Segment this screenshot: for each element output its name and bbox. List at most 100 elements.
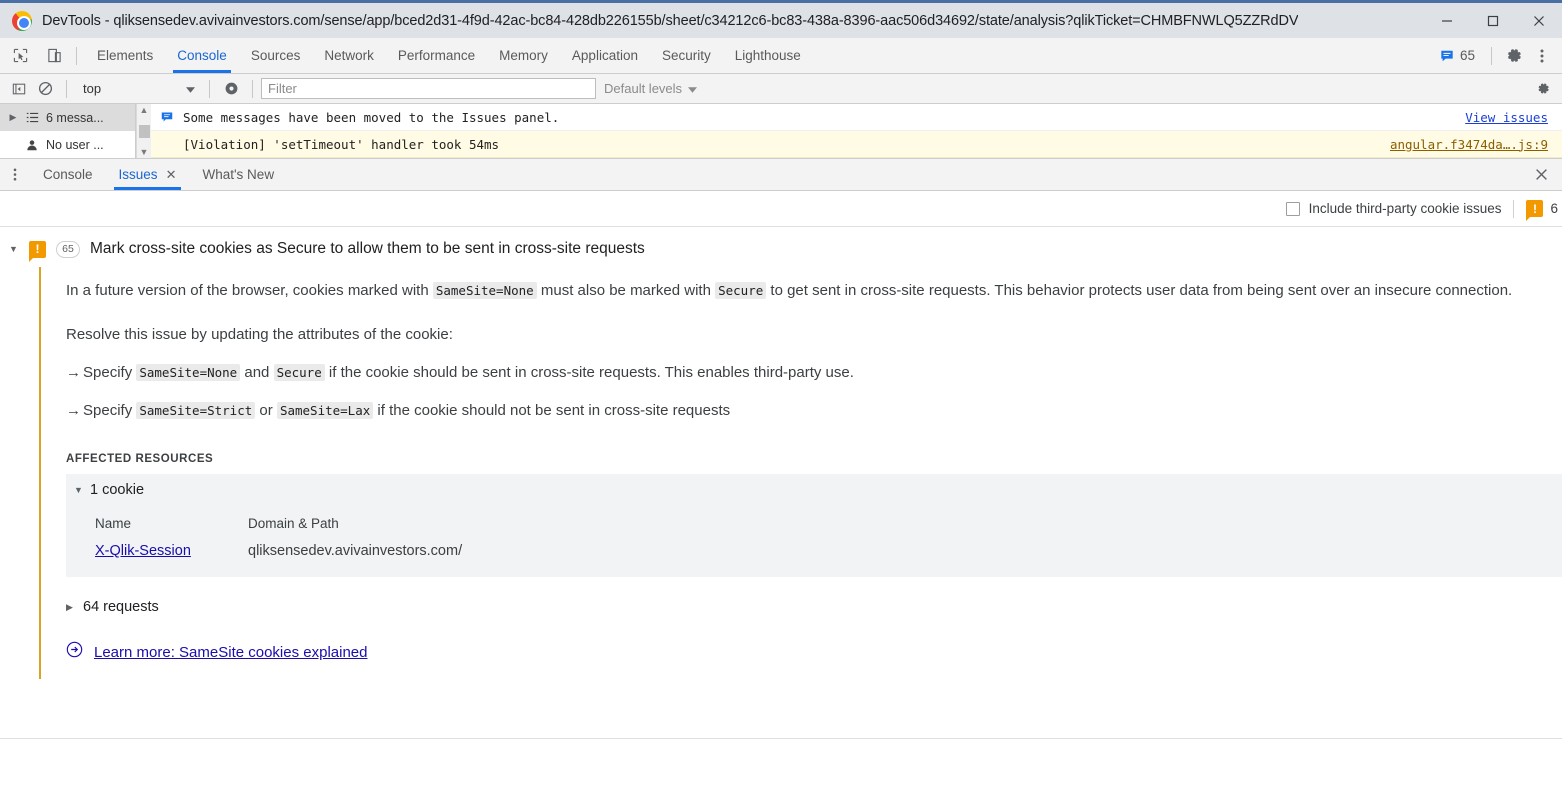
arrow-circle-right-icon bbox=[66, 641, 83, 663]
cookie-domain-path: qliksensedev.avivainvestors.com/ bbox=[248, 543, 463, 559]
drawer-tab-console[interactable]: Console bbox=[30, 159, 106, 190]
tab-lighthouse[interactable]: Lighthouse bbox=[723, 38, 813, 73]
console-sidebar-item-label: 6 messa... bbox=[46, 110, 104, 125]
more-vertical-icon[interactable] bbox=[1528, 42, 1556, 70]
view-issues-link[interactable]: View issues bbox=[1465, 110, 1548, 125]
code-secure: Secure bbox=[715, 282, 767, 299]
drawer-tab-label: Console bbox=[43, 167, 93, 182]
main-tabbar-right: 65 bbox=[1432, 38, 1562, 73]
scrollbar-thumb[interactable] bbox=[138, 124, 150, 138]
chevron-down-icon[interactable]: ▼ bbox=[74, 485, 83, 495]
window-title-bar: DevTools - qliksensedev.avivainvestors.c… bbox=[0, 0, 1562, 38]
scroll-down-arrow[interactable]: ▼ bbox=[140, 147, 149, 157]
warning-count-value: 6 bbox=[1550, 201, 1558, 216]
more-vertical-icon[interactable] bbox=[0, 159, 30, 190]
console-message-text: Some messages have been moved to the Iss… bbox=[183, 109, 560, 125]
requests-toggle-label: 64 requests bbox=[83, 599, 159, 615]
gear-icon[interactable] bbox=[1500, 42, 1528, 70]
checkbox-box[interactable] bbox=[1285, 201, 1300, 216]
tab-label: Security bbox=[661, 48, 711, 63]
tab-label: Console bbox=[177, 48, 227, 63]
cookies-toggle[interactable]: ▼ 1 cookie bbox=[74, 482, 1562, 498]
console-sidebar-item-user-messages[interactable]: No user ... bbox=[0, 131, 135, 158]
close-icon[interactable]: ✕ bbox=[166, 167, 177, 183]
table-header-row: Name Domain & Path bbox=[95, 509, 1562, 537]
console-sidebar: ▶ 6 messa... No user ... bbox=[0, 104, 136, 158]
console-sidebar-item-messages[interactable]: ▶ 6 messa... bbox=[0, 104, 135, 131]
toolbar-divider bbox=[76, 46, 77, 65]
description-part-2: must also be marked with bbox=[536, 282, 716, 299]
toolbar-divider bbox=[1491, 46, 1492, 65]
cookies-table: Name Domain & Path X-Qlik-Session qlikse… bbox=[95, 509, 1562, 565]
chevron-right-icon[interactable]: ▶ bbox=[8, 112, 18, 123]
panel-bottom-divider bbox=[0, 738, 1562, 739]
chevron-right-icon[interactable]: ▶ bbox=[66, 602, 75, 613]
close-drawer-icon[interactable] bbox=[1527, 159, 1556, 190]
issue-description: In a future version of the browser, cook… bbox=[66, 277, 1562, 304]
cookies-toggle-label: 1 cookie bbox=[90, 482, 145, 498]
cookie-name-value[interactable]: X-Qlik-Session bbox=[95, 543, 191, 559]
tab-label: Sources bbox=[250, 48, 301, 63]
message-bubble-icon bbox=[1441, 50, 1453, 61]
clear-console-icon[interactable] bbox=[32, 77, 58, 101]
learn-more-link[interactable]: Learn more: SameSite cookies explained bbox=[94, 644, 368, 661]
tab-memory[interactable]: Memory bbox=[487, 38, 560, 73]
minimize-button[interactable] bbox=[1424, 3, 1470, 38]
tab-label: Performance bbox=[397, 48, 476, 63]
tab-performance[interactable]: Performance bbox=[386, 38, 487, 73]
bullet-part-1: Specify bbox=[83, 402, 137, 419]
issue-bullet: → Specify SameSite=None and Secure if the… bbox=[66, 364, 1562, 381]
source-location-link[interactable]: angular.f3474da….js:9 bbox=[1390, 137, 1548, 152]
description-part-3: to get sent in cross-site requests. This… bbox=[766, 282, 1513, 299]
include-third-party-cookie-issues-checkbox[interactable]: Include third-party cookie issues bbox=[1285, 201, 1501, 216]
log-levels-select[interactable]: Default levels bbox=[596, 78, 705, 100]
issue-resolve-intro: Resolve this issue by updating the attri… bbox=[66, 326, 453, 343]
tab-application[interactable]: Application bbox=[560, 38, 650, 73]
bullet-part-2: and bbox=[240, 364, 274, 381]
chrome-logo-icon bbox=[12, 10, 32, 31]
requests-toggle[interactable]: ▶ 64 requests bbox=[66, 599, 1562, 615]
console-sidebar-scrollbar[interactable]: ▲ ▼ bbox=[136, 104, 151, 158]
cookie-name-link[interactable]: X-Qlik-Session bbox=[95, 542, 248, 560]
scroll-up-arrow[interactable]: ▲ bbox=[140, 105, 149, 115]
tab-sources[interactable]: Sources bbox=[239, 38, 313, 73]
console-settings-icon[interactable] bbox=[1530, 77, 1556, 101]
filter-input[interactable] bbox=[261, 78, 596, 99]
issue-count-badge: 65 bbox=[56, 240, 80, 258]
affected-resources-label: AFFECTED RESOURCES bbox=[66, 453, 214, 465]
execution-context-select[interactable]: top bbox=[75, 78, 201, 100]
inspect-element-icon[interactable] bbox=[6, 43, 34, 69]
chevron-down-icon bbox=[688, 81, 698, 96]
maximize-button[interactable] bbox=[1470, 3, 1516, 38]
console-toolbar-right bbox=[1530, 77, 1556, 101]
drawer-tab-issues[interactable]: Issues ✕ bbox=[106, 159, 190, 190]
divider bbox=[1513, 199, 1515, 218]
issue-header[interactable]: ▼ ! 65 Mark cross-site cookies as Secure… bbox=[0, 231, 1562, 267]
console-panel: ▶ 6 messa... No user ... ▲ ▼ Some messag… bbox=[0, 104, 1562, 158]
tab-elements[interactable]: Elements bbox=[85, 38, 165, 73]
drawer-tab-whats-new[interactable]: What's New bbox=[189, 159, 287, 190]
list-icon bbox=[24, 111, 40, 124]
tab-console[interactable]: Console bbox=[165, 38, 239, 73]
warning-icon: ! bbox=[1526, 200, 1544, 221]
tab-network[interactable]: Network bbox=[312, 38, 386, 73]
tab-security[interactable]: Security bbox=[650, 38, 723, 73]
device-toolbar-icon[interactable] bbox=[40, 43, 68, 69]
info-message-icon bbox=[161, 111, 175, 123]
chevron-down-icon[interactable]: ▼ bbox=[8, 244, 19, 254]
tab-label: Network bbox=[324, 48, 374, 63]
bullet-part-1: Specify bbox=[83, 364, 137, 381]
learn-more-row[interactable]: Learn more: SameSite cookies explained bbox=[66, 641, 1562, 663]
code-samesite-strict: SameSite=Strict bbox=[136, 402, 256, 419]
log-levels-value: Default levels bbox=[604, 81, 683, 96]
message-count: 65 bbox=[1459, 48, 1475, 63]
issues-warning-count: ! 6 bbox=[1526, 200, 1562, 221]
console-message-text: [Violation] 'setTimeout' handler took 54… bbox=[183, 136, 500, 152]
show-console-sidebar-icon[interactable] bbox=[6, 77, 32, 101]
message-count-badge[interactable]: 65 bbox=[1432, 48, 1483, 63]
code-samesite-lax: SameSite=Lax bbox=[276, 402, 374, 419]
arrow-glyph: → bbox=[66, 402, 81, 419]
close-button[interactable] bbox=[1516, 3, 1562, 38]
live-expression-icon[interactable] bbox=[218, 77, 244, 101]
column-header-name: Name bbox=[95, 515, 132, 531]
